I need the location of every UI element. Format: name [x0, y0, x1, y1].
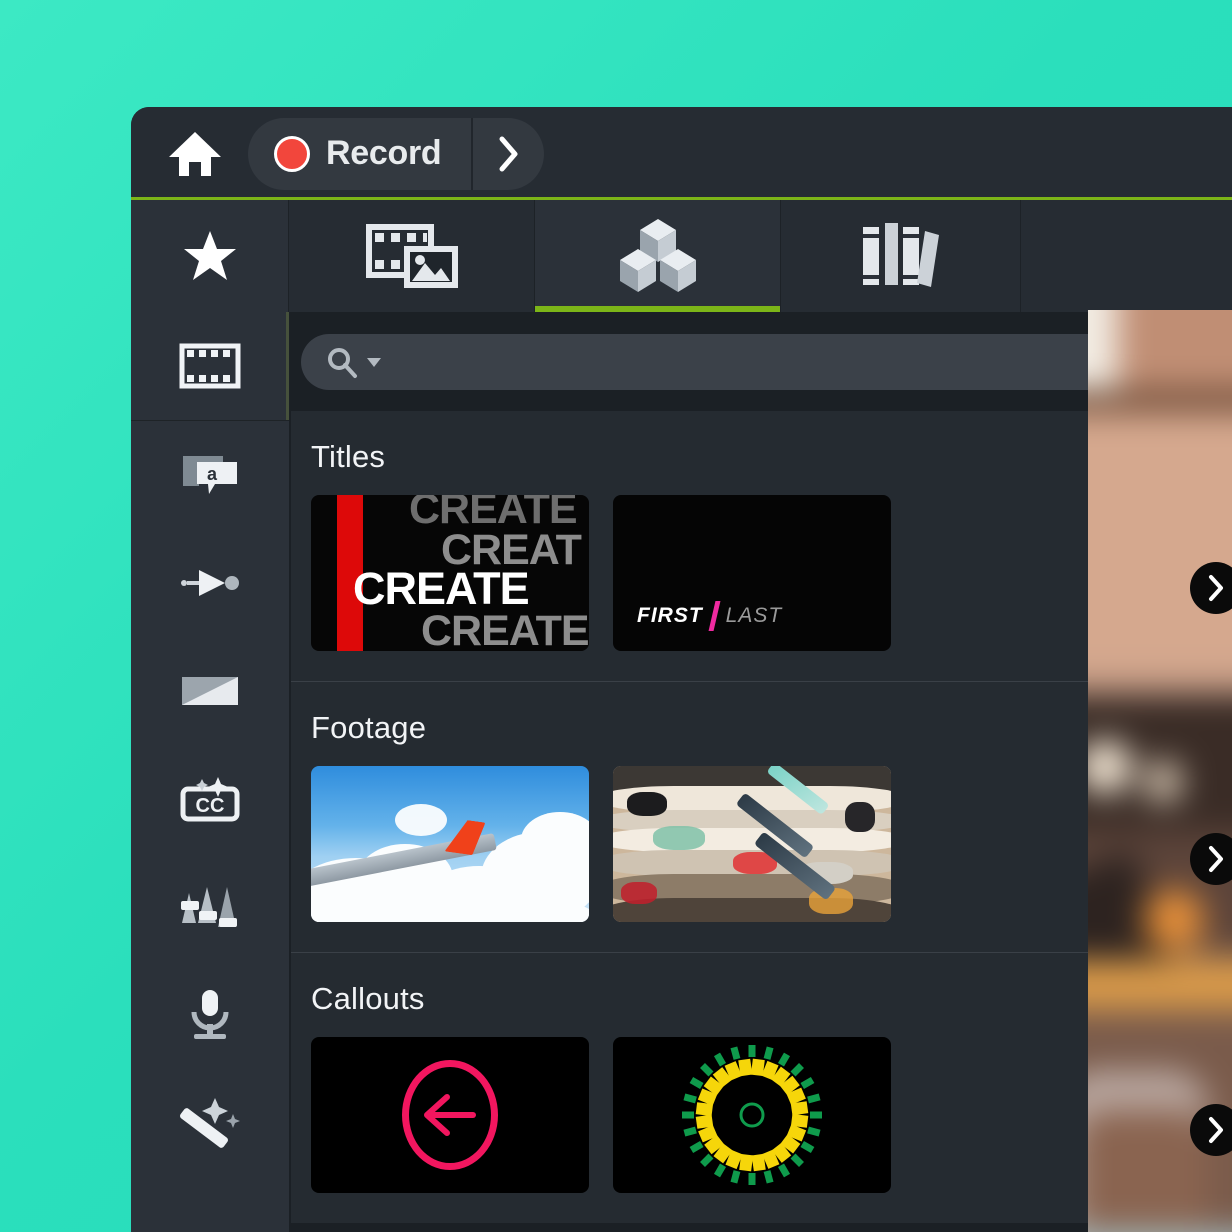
home-button[interactable]	[159, 118, 231, 190]
magic-wand-icon	[180, 1098, 240, 1148]
microphone-icon	[191, 990, 229, 1039]
tab-media[interactable]	[289, 200, 535, 312]
asset-card-airplane-clouds[interactable]	[311, 766, 589, 922]
audio-levels-icon	[181, 887, 237, 927]
card-row	[311, 1037, 1232, 1223]
tab-library-assets[interactable]	[535, 200, 781, 312]
record-label: Record	[326, 134, 442, 172]
asset-card-first-last-title[interactable]: FIRST LAST	[613, 495, 891, 651]
record-options-button[interactable]	[471, 117, 544, 190]
search-input[interactable]	[389, 349, 1208, 375]
video-preview-pane[interactable]	[1088, 310, 1232, 1232]
editor-body: a CC Titles CREATE CREAT CREATE CREATE F…	[131, 312, 1232, 1232]
radial-burst-icon	[682, 1045, 822, 1185]
top-toolbar: Record	[131, 107, 1232, 200]
rail-item-effects[interactable]	[131, 1069, 289, 1177]
card-row	[311, 766, 1232, 952]
rail-item-captions[interactable]: CC	[131, 745, 289, 853]
asset-card-create-title[interactable]: CREATE CREAT CREATE CREATE CRE	[311, 495, 589, 651]
section-title: Footage	[311, 710, 427, 745]
section-header: Titles See All	[311, 411, 1210, 495]
record-dot-icon	[274, 135, 310, 172]
svg-text:a: a	[207, 464, 218, 484]
cubes-icon	[619, 219, 696, 292]
slash-divider	[708, 601, 721, 631]
tab-strip	[131, 200, 1232, 312]
chevron-right-icon	[1209, 1117, 1223, 1143]
chevron-right-icon	[1209, 575, 1223, 601]
card-row: CREATE CREAT CREATE CREATE CRE FIRST	[311, 495, 1232, 681]
home-icon	[169, 131, 221, 176]
asset-card-shopping-mall[interactable]	[613, 766, 891, 922]
tool-rail: a CC	[131, 312, 289, 1232]
left-arrow-icon	[424, 1094, 476, 1136]
svg-text:CC: CC	[196, 795, 225, 817]
section-header: Footage See All	[311, 682, 1210, 766]
rail-item-voice[interactable]	[131, 961, 289, 1069]
record-control-group: Record	[248, 117, 545, 190]
section-callouts: Callouts See All	[291, 952, 1232, 1223]
section-titles: Titles See All CREATE CREAT CREATE CREAT…	[291, 411, 1232, 681]
books-icon	[862, 223, 939, 287]
preview-blur-layer	[1088, 310, 1232, 1232]
rail-item-annotations[interactable]: a	[131, 421, 289, 529]
film-strip-icon	[179, 343, 241, 389]
section-title: Titles	[311, 439, 386, 474]
chevron-right-icon	[499, 136, 518, 171]
caret-down-icon[interactable]	[365, 355, 383, 369]
rail-item-motion[interactable]	[131, 529, 289, 637]
chevron-right-icon	[1209, 846, 1223, 872]
rail-item-audio[interactable]	[131, 853, 289, 961]
rail-item-transitions[interactable]	[131, 637, 289, 745]
asset-card-radial-burst-callout[interactable]	[613, 1037, 891, 1193]
section-title: Callouts	[311, 981, 425, 1016]
motion-arrow-icon	[181, 570, 239, 596]
create-text-line: CRE	[466, 645, 555, 651]
first-name-text: FIRST	[637, 604, 703, 627]
application-window: Record a CC Titles CREATE CREAT CREATE C…	[131, 107, 1232, 1232]
callout-a-icon: a	[183, 456, 237, 494]
closed-caption-icon: CC	[180, 777, 240, 822]
name-lower-third: FIRST LAST	[637, 601, 782, 631]
last-name-text: LAST	[725, 604, 783, 627]
search-icon	[328, 348, 357, 378]
section-header: Callouts See All	[311, 953, 1210, 1037]
tab-favorites[interactable]	[131, 200, 289, 312]
record-button[interactable]: Record	[248, 118, 471, 190]
star-icon	[183, 231, 236, 280]
search-bar[interactable]	[301, 334, 1208, 390]
transition-icon	[182, 677, 238, 705]
screen: Record a CC Titles CREATE CREAT CREATE C…	[0, 0, 1232, 1232]
section-footage: Footage See All	[291, 681, 1232, 952]
rail-item-video[interactable]	[131, 312, 289, 420]
asset-card-arrow-circle-callout[interactable]	[311, 1037, 589, 1193]
tab-library[interactable]	[781, 200, 1021, 312]
media-bin-icon	[365, 224, 458, 288]
